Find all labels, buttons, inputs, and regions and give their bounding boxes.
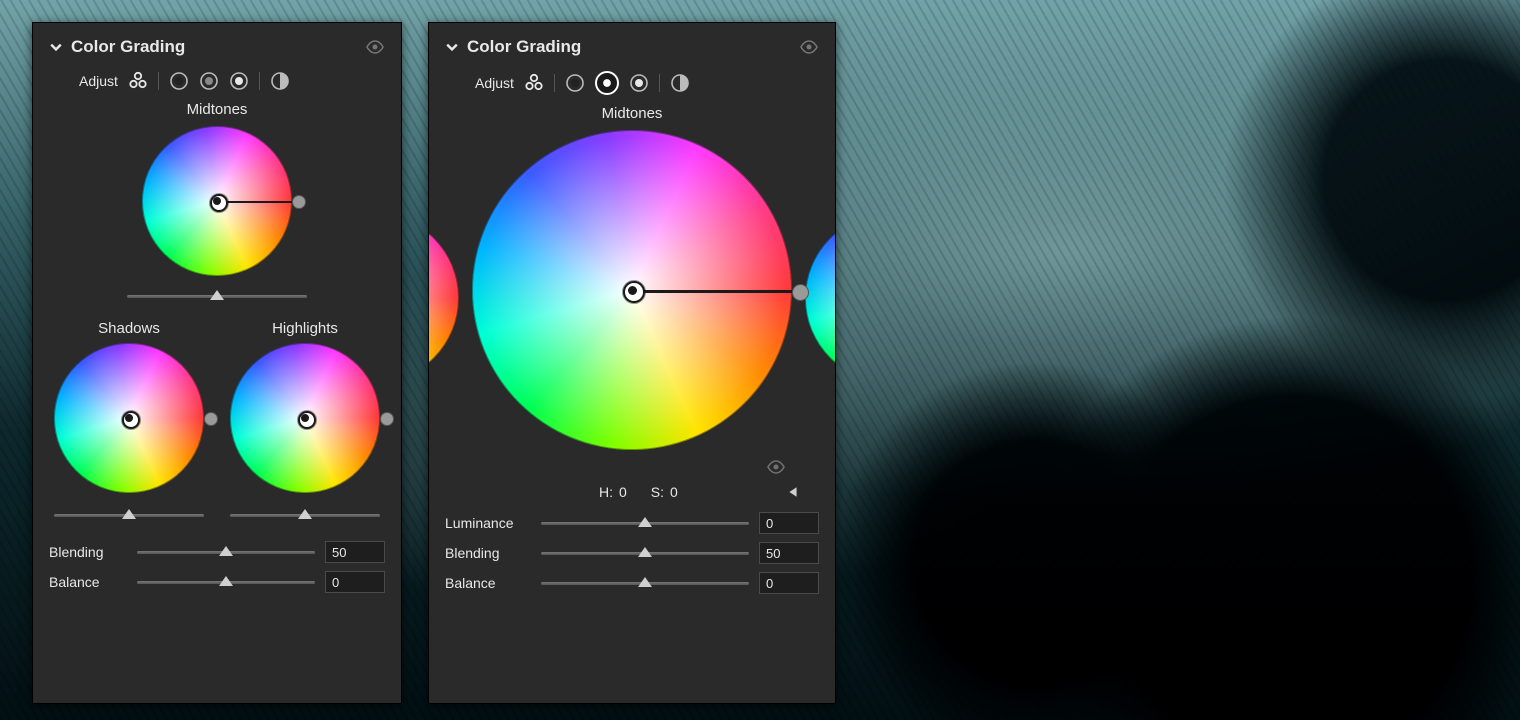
shadows-hue-knob[interactable] xyxy=(204,412,218,426)
mode-three-way-icon[interactable] xyxy=(128,71,148,91)
highlights-hue-knob[interactable] xyxy=(380,412,394,426)
midtones-section-label: Midtones xyxy=(445,105,819,122)
balance-value[interactable]: 0 xyxy=(759,572,819,594)
chevron-down-icon[interactable] xyxy=(49,40,63,54)
blending-label: Blending xyxy=(445,545,531,561)
midtones-hue-knob[interactable] xyxy=(292,195,306,209)
adjust-label: Adjust xyxy=(475,75,514,91)
blending-value[interactable]: 50 xyxy=(325,541,385,563)
balance-slider[interactable] xyxy=(137,574,315,590)
separator xyxy=(259,72,260,90)
balance-label: Balance xyxy=(49,574,127,590)
mode-global-icon[interactable] xyxy=(670,73,690,93)
disclosure-triangle-icon[interactable] xyxy=(787,486,799,498)
highlights-section-label: Highlights xyxy=(272,320,338,337)
balance-label: Balance xyxy=(445,575,531,591)
blending-label: Blending xyxy=(49,544,127,560)
panel-header[interactable]: Color Grading xyxy=(445,37,819,57)
separator xyxy=(554,74,555,92)
panel-title: Color Grading xyxy=(71,37,185,57)
luminance-value[interactable]: 0 xyxy=(759,512,819,534)
mode-shadows-icon[interactable] xyxy=(169,71,189,91)
saturation-label: S: xyxy=(651,484,664,500)
adjust-label: Adjust xyxy=(79,73,118,89)
hue-label: H: xyxy=(599,484,613,500)
mode-midtones-icon[interactable] xyxy=(199,71,219,91)
color-grading-panel-compact: Color Grading Adjust Midtones xyxy=(32,22,402,704)
panel-header[interactable]: Color Grading xyxy=(49,37,385,57)
mode-midtones-icon[interactable] xyxy=(595,71,619,95)
balance-value[interactable]: 0 xyxy=(325,571,385,593)
luminance-slider[interactable] xyxy=(541,515,749,531)
prev-wheel-peek[interactable] xyxy=(428,213,459,383)
saturation-value[interactable]: 0 xyxy=(670,484,678,500)
balance-slider[interactable] xyxy=(541,575,749,591)
highlights-luminance-slider[interactable] xyxy=(230,507,380,523)
adjust-mode-row: Adjust xyxy=(475,71,819,95)
mode-highlights-icon[interactable] xyxy=(629,73,649,93)
mode-three-way-icon[interactable] xyxy=(524,73,544,93)
highlights-color-wheel[interactable] xyxy=(230,343,380,493)
panel-title: Color Grading xyxy=(467,37,581,57)
shadows-luminance-slider[interactable] xyxy=(54,507,204,523)
chevron-down-icon[interactable] xyxy=(445,40,459,54)
midtones-luminance-slider[interactable] xyxy=(127,288,307,304)
mode-global-icon[interactable] xyxy=(270,71,290,91)
luminance-label: Luminance xyxy=(445,515,531,531)
separator xyxy=(158,72,159,90)
midtones-hue-knob[interactable] xyxy=(792,284,809,301)
color-grading-panel-expanded: Color Grading Adjust Midtones xyxy=(428,22,836,704)
visibility-eye-icon[interactable] xyxy=(365,40,385,54)
midtones-section-label: Midtones xyxy=(49,101,385,118)
adjust-mode-row: Adjust xyxy=(79,71,385,91)
blending-slider[interactable] xyxy=(137,544,315,560)
blending-slider[interactable] xyxy=(541,545,749,561)
next-wheel-peek[interactable] xyxy=(805,213,836,383)
mode-shadows-icon[interactable] xyxy=(565,73,585,93)
hue-value[interactable]: 0 xyxy=(619,484,627,500)
visibility-eye-icon[interactable] xyxy=(799,40,819,54)
separator xyxy=(659,74,660,92)
shadows-color-wheel[interactable] xyxy=(54,343,204,493)
blending-value[interactable]: 50 xyxy=(759,542,819,564)
wheel-preview-eye-icon[interactable] xyxy=(766,460,786,474)
mode-highlights-icon[interactable] xyxy=(229,71,249,91)
shadows-section-label: Shadows xyxy=(98,320,160,337)
midtones-color-wheel-large[interactable] xyxy=(472,130,792,450)
midtones-color-wheel[interactable] xyxy=(142,126,292,276)
